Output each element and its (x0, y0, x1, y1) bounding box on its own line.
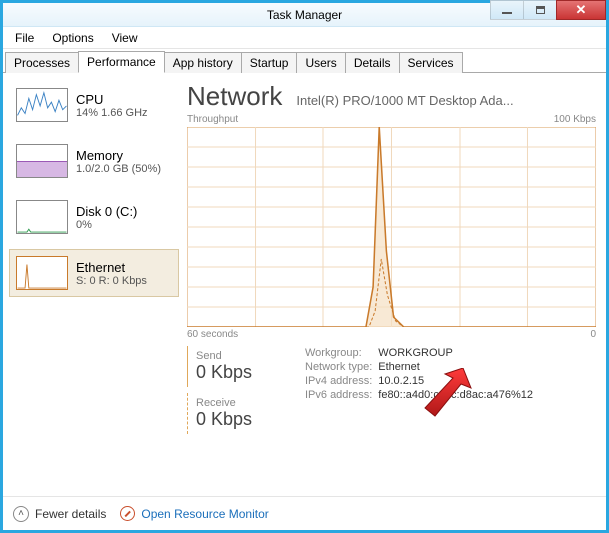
send-label: Send (196, 350, 287, 362)
open-resource-monitor-label: Open Resource Monitor (141, 507, 268, 521)
fewer-details-button[interactable]: ˄ Fewer details (13, 506, 106, 522)
main-panel: Network Intel(R) PRO/1000 MT Desktop Ada… (183, 77, 604, 496)
chart-label-right: 100 Kbps (554, 114, 596, 125)
adapter-name: Intel(R) PRO/1000 MT Desktop Ada... (296, 93, 596, 108)
sidebar-ethernet-title: Ethernet (76, 260, 147, 275)
detail-row-workgroup: Workgroup: WORKGROUP (305, 346, 539, 360)
sidebar-cpu-sub: 14% 1.66 GHz (76, 107, 148, 119)
menu-options[interactable]: Options (44, 29, 101, 47)
sidebar-item-ethernet[interactable]: Ethernet S: 0 R: 0 Kbps (9, 249, 179, 297)
throughput-chart (187, 127, 596, 327)
open-resource-monitor-link[interactable]: Open Resource Monitor (120, 506, 268, 521)
sidebar-item-cpu[interactable]: CPU 14% 1.66 GHz (9, 81, 179, 129)
ethernet-thumbnail (16, 256, 68, 290)
content-area: CPU 14% 1.66 GHz Memory 1.0/2.0 GB (50%)… (3, 73, 606, 496)
network-details-area: Send 0 Kbps Receive 0 Kbps Workgroup: WO… (187, 346, 596, 434)
send-block: Send 0 Kbps (187, 346, 287, 387)
axis-left: 60 seconds (187, 329, 238, 340)
minimize-button[interactable] (490, 0, 524, 20)
fewer-details-label: Fewer details (35, 507, 106, 521)
minimize-icon (502, 12, 512, 14)
tab-processes[interactable]: Processes (5, 52, 79, 73)
menu-file[interactable]: File (7, 29, 42, 47)
detail-row-ipv6: IPv6 address: fe80::a4d0:c16c:d8ac:a476%… (305, 388, 539, 402)
menu-bar: File Options View (3, 27, 606, 49)
sidebar-memory-sub: 1.0/2.0 GB (50%) (76, 163, 161, 175)
sidebar-disk-sub: 0% (76, 219, 137, 231)
sidebar-item-disk[interactable]: Disk 0 (C:) 0% (9, 193, 179, 241)
footer-bar: ˄ Fewer details Open Resource Monitor (3, 496, 606, 530)
sidebar-disk-title: Disk 0 (C:) (76, 204, 137, 219)
memory-thumbnail (16, 144, 68, 178)
axis-right: 0 (590, 329, 596, 340)
tab-details[interactable]: Details (345, 52, 400, 73)
maximize-icon (536, 6, 545, 14)
tab-users[interactable]: Users (296, 52, 345, 73)
resource-monitor-icon (120, 506, 135, 521)
receive-label: Receive (196, 397, 287, 409)
receive-block: Receive 0 Kbps (187, 393, 287, 434)
cpu-thumbnail (16, 88, 68, 122)
tab-performance[interactable]: Performance (78, 51, 165, 73)
sidebar-cpu-title: CPU (76, 92, 148, 107)
panel-heading: Network (187, 81, 282, 112)
disk-thumbnail (16, 200, 68, 234)
detail-row-network-type: Network type: Ethernet (305, 360, 539, 374)
title-bar: Task Manager ✕ (3, 3, 606, 27)
receive-value: 0 Kbps (196, 409, 287, 430)
tab-strip: Processes Performance App history Startu… (3, 49, 606, 73)
close-icon: ✕ (576, 2, 587, 18)
close-button[interactable]: ✕ (556, 0, 606, 20)
sidebar-memory-title: Memory (76, 148, 161, 163)
performance-sidebar: CPU 14% 1.66 GHz Memory 1.0/2.0 GB (50%)… (5, 77, 183, 496)
window-controls: ✕ (491, 0, 606, 20)
tab-app-history[interactable]: App history (164, 52, 242, 73)
tab-services[interactable]: Services (399, 52, 463, 73)
detail-row-ipv4: IPv4 address: 10.0.2.15 (305, 374, 539, 388)
menu-view[interactable]: View (104, 29, 146, 47)
tab-startup[interactable]: Startup (241, 52, 298, 73)
sidebar-item-memory[interactable]: Memory 1.0/2.0 GB (50%) (9, 137, 179, 185)
chart-label-left: Throughput (187, 114, 238, 125)
maximize-button[interactable] (523, 0, 557, 20)
chevron-up-icon: ˄ (13, 506, 29, 522)
send-value: 0 Kbps (196, 362, 287, 383)
sidebar-ethernet-sub: S: 0 R: 0 Kbps (76, 275, 147, 287)
